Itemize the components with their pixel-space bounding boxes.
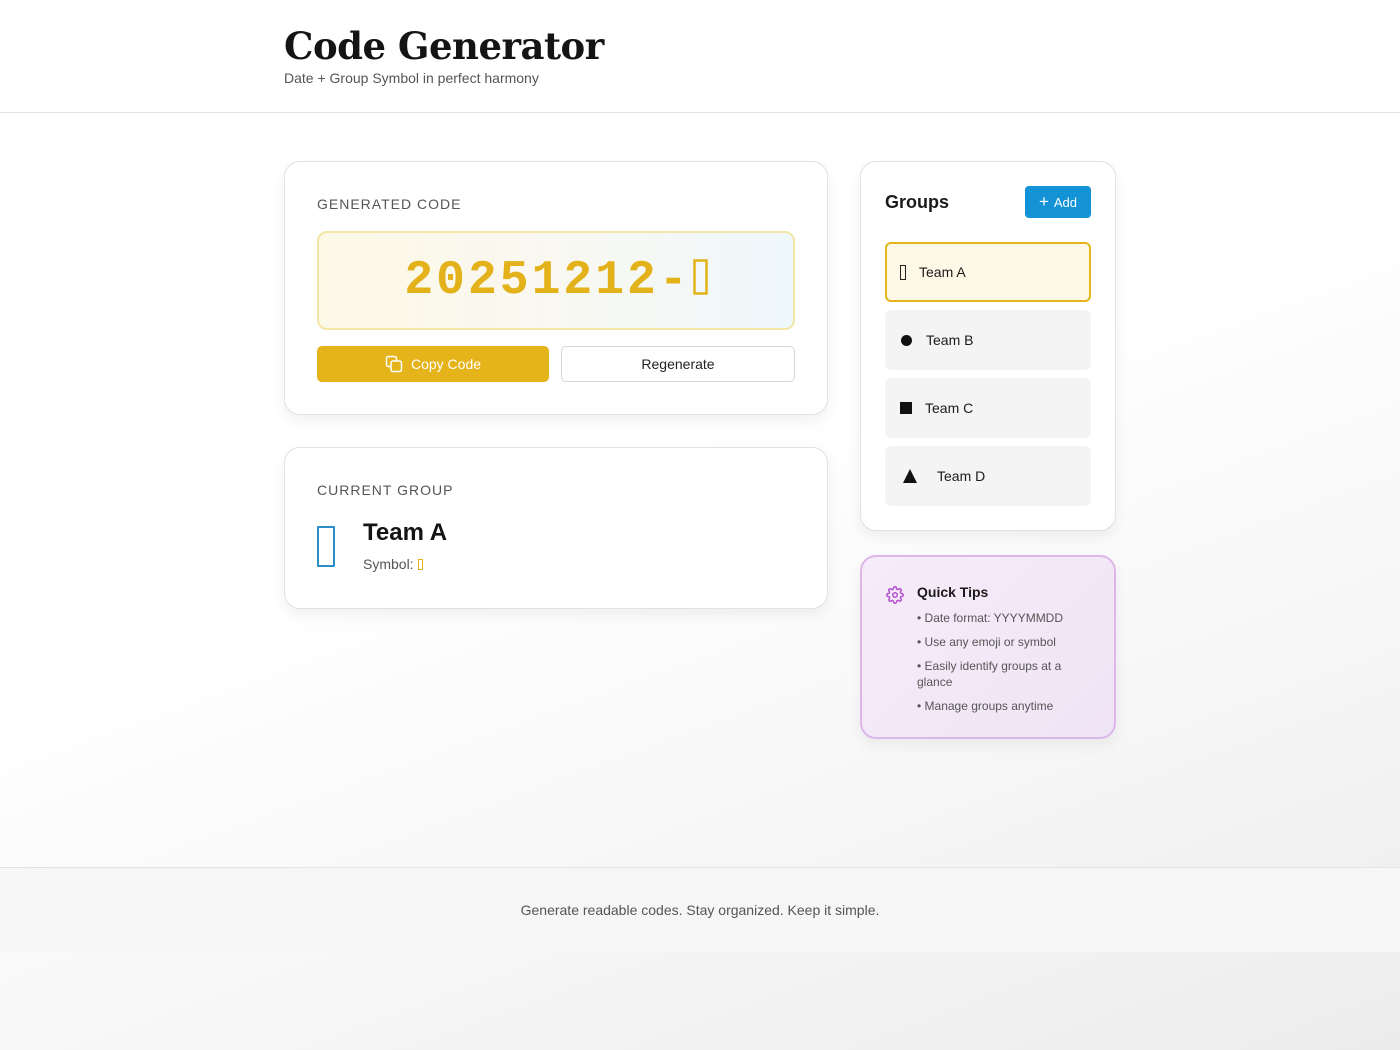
gear-icon bbox=[886, 586, 904, 604]
add-group-button[interactable]: + Add bbox=[1025, 186, 1091, 218]
add-group-label: Add bbox=[1053, 194, 1078, 210]
groups-title: Groups bbox=[885, 192, 950, 212]
group-item-label: Team A bbox=[919, 264, 966, 280]
generated-code-value: 20251212- bbox=[404, 254, 708, 308]
quick-tips-title: Quick Tips bbox=[917, 584, 989, 600]
tip-item: • Date format: YYYYMMDD bbox=[917, 611, 1064, 625]
circle-icon bbox=[901, 334, 912, 346]
groups-card: Groups + Add Team A Team B Team C Team D bbox=[860, 161, 1116, 531]
generated-code-label: GENERATED CODE bbox=[317, 196, 462, 212]
current-group-symbol-icon bbox=[317, 526, 335, 567]
current-group-symbol-line: Symbol: bbox=[363, 556, 423, 572]
current-group-label: CURRENT GROUP bbox=[317, 482, 454, 498]
app-header: Code Generator Date + Group Symbol in pe… bbox=[0, 0, 1400, 113]
group-item-team-b[interactable]: Team B bbox=[885, 310, 1091, 370]
copy-icon bbox=[385, 355, 403, 373]
group-item-team-a[interactable]: Team A bbox=[885, 242, 1091, 302]
group-item-label: Team C bbox=[925, 400, 974, 416]
triangle-icon bbox=[903, 469, 917, 483]
current-group-name: Team A bbox=[363, 519, 448, 546]
current-group-card: CURRENT GROUP Team A Symbol: bbox=[284, 447, 828, 609]
group-item-team-c[interactable]: Team C bbox=[885, 378, 1091, 438]
footer-text: Generate readable codes. Stay organized.… bbox=[520, 902, 880, 918]
copy-code-label: Copy Code bbox=[410, 356, 482, 372]
symbol-label: Symbol: bbox=[363, 556, 414, 572]
rectangle-outline-icon bbox=[900, 264, 906, 280]
quick-tips-card: Quick Tips • Date format: YYYYMMDD • Use… bbox=[860, 555, 1116, 739]
symbol-value-icon bbox=[417, 559, 423, 570]
tip-item: • Easily identify groups at a glance bbox=[917, 659, 1062, 689]
tip-item: • Use any emoji or symbol bbox=[917, 635, 1056, 649]
app-title: Code Generator bbox=[284, 24, 604, 68]
plus-icon: + bbox=[1038, 192, 1049, 211]
code-display[interactable]: 20251212- bbox=[317, 231, 795, 330]
group-item-team-d[interactable]: Team D bbox=[885, 446, 1091, 506]
group-item-label: Team D bbox=[937, 468, 986, 484]
tip-item: • Manage groups anytime bbox=[917, 699, 1054, 713]
rectangle-outline-icon bbox=[692, 258, 708, 295]
app-subtitle: Date + Group Symbol in perfect harmony bbox=[284, 70, 539, 86]
group-item-label: Team B bbox=[926, 332, 974, 348]
square-icon bbox=[900, 402, 912, 414]
copy-code-button[interactable]: Copy Code bbox=[317, 346, 549, 382]
generated-code-card: GENERATED CODE 20251212- Copy Code Regen… bbox=[284, 161, 828, 415]
footer: Generate readable codes. Stay organized.… bbox=[0, 867, 1400, 952]
quick-tips-list: • Date format: YYYYMMDD • Use any emoji … bbox=[917, 610, 1087, 722]
regenerate-button[interactable]: Regenerate bbox=[561, 346, 795, 382]
regenerate-label: Regenerate bbox=[641, 356, 715, 372]
